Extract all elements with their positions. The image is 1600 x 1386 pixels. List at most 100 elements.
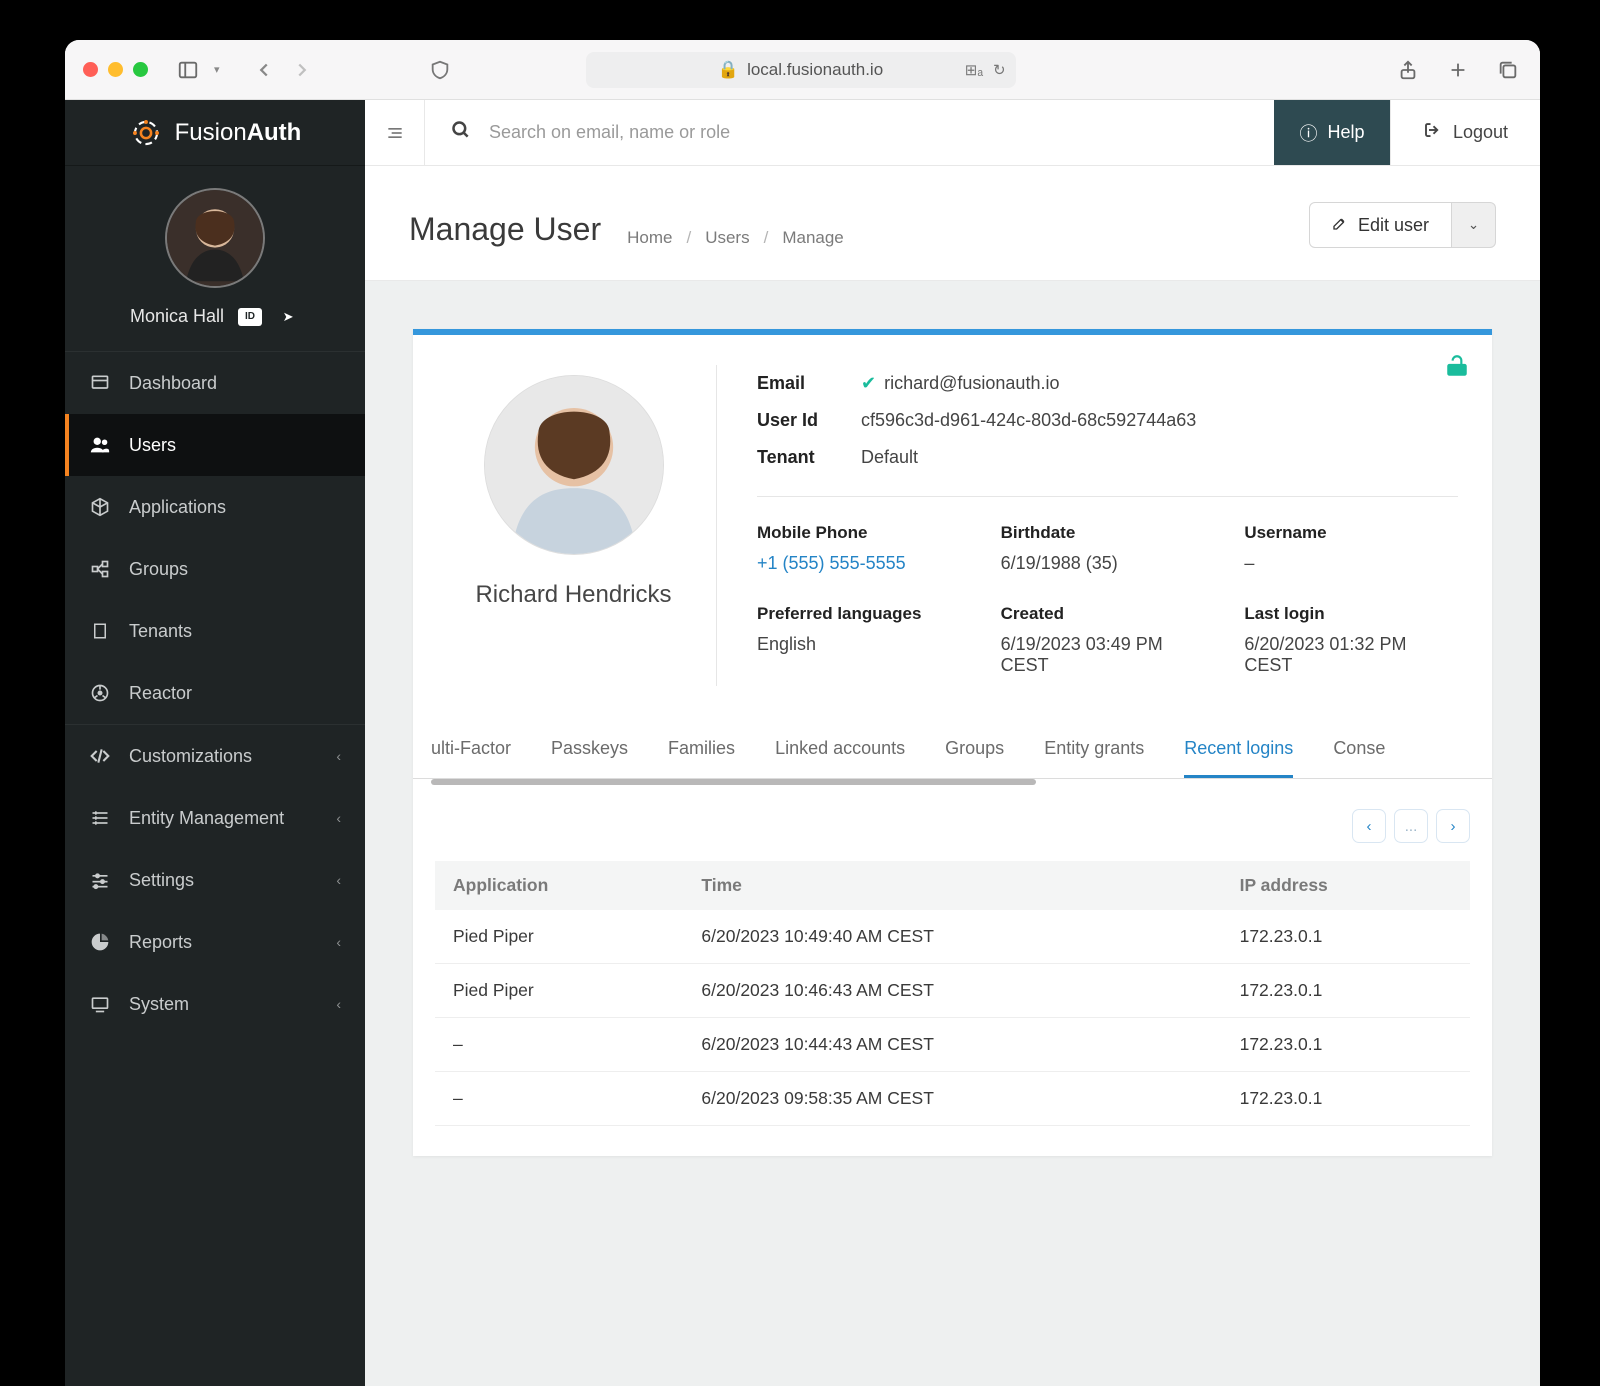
label-created: Created [1001, 604, 1215, 624]
address-bar[interactable]: 🔒 local.fusionauth.io ⊞ₐ ↻ [586, 52, 1016, 88]
reports-icon [89, 932, 111, 952]
chevron-left-icon: ‹ [336, 872, 341, 888]
sidebar-item-settings[interactable]: Settings ‹ [65, 849, 365, 911]
sidebar-item-applications[interactable]: Applications [65, 476, 365, 538]
breadcrumb-item[interactable]: Users [705, 228, 749, 248]
pager-next[interactable]: › [1436, 809, 1470, 843]
edit-user-dropdown[interactable]: ⌄ [1452, 202, 1496, 248]
logout-icon [1423, 121, 1441, 144]
chevron-left-icon: ‹ [336, 810, 341, 826]
browser-chrome: ▾ 🔒 local.fusionauth.io ⊞ₐ ↻ [65, 40, 1540, 100]
sidebar-item-reactor[interactable]: Reactor [65, 662, 365, 724]
window-minimize-dot[interactable] [108, 62, 123, 77]
sidebar: FusionAuth Monica Hall ID ➤ DashboardUse… [65, 100, 365, 1386]
recent-logins-table: Application Time IP address Pied Piper6/… [435, 861, 1470, 1126]
breadcrumb-sep: / [764, 228, 769, 248]
sidebar-item-tenants[interactable]: Tenants [65, 600, 365, 662]
help-button[interactable]: ⓘ Help [1274, 100, 1390, 165]
sidebar-item-dashboard[interactable]: Dashboard [65, 352, 365, 414]
window-close-dot[interactable] [83, 62, 98, 77]
tab-groups[interactable]: Groups [945, 728, 1004, 778]
refresh-icon[interactable]: ↻ [993, 61, 1006, 79]
sidebar-item-groups[interactable]: Groups [65, 538, 365, 600]
location-arrow-icon[interactable]: ➤ [276, 308, 300, 326]
profile-name: Monica Hall [130, 306, 224, 327]
sidebar-item-users[interactable]: Users [65, 414, 365, 476]
help-label: Help [1327, 122, 1364, 143]
cell-ip: 172.23.0.1 [1222, 964, 1470, 1018]
label-preferred-languages: Preferred languages [757, 604, 971, 624]
cell-time: 6/20/2023 10:46:43 AM CEST [683, 964, 1221, 1018]
brand-logo-icon [129, 116, 163, 150]
traffic-lights [83, 62, 148, 77]
edit-user-button[interactable]: Edit user [1309, 202, 1452, 248]
label-last-login: Last login [1244, 604, 1458, 624]
sidebar-item-reports[interactable]: Reports‹ [65, 911, 365, 973]
new-tab-icon[interactable] [1444, 56, 1472, 84]
cell-time: 6/20/2023 10:44:43 AM CEST [683, 1018, 1221, 1072]
tab-linked-accounts[interactable]: Linked accounts [775, 728, 905, 778]
nav-forward-icon[interactable] [288, 56, 316, 84]
main: ⓘ Help Logout Manage User Home / Users /… [365, 100, 1540, 1386]
label-birthdate: Birthdate [1001, 523, 1215, 543]
chevron-left-icon: ‹ [336, 748, 341, 764]
sidebar-item-customizations[interactable]: Customizations‹ [65, 725, 365, 787]
shield-icon[interactable] [426, 56, 454, 84]
share-icon[interactable] [1394, 56, 1422, 84]
cell-time: 6/20/2023 09:58:35 AM CEST [683, 1072, 1221, 1126]
table-row: Pied Piper6/20/2023 10:49:40 AM CEST172.… [435, 910, 1470, 964]
brand: FusionAuth [65, 100, 365, 166]
brand-name: FusionAuth [175, 119, 302, 147]
value-birthdate: 6/19/1988 (35) [1001, 553, 1215, 574]
tabs-overview-icon[interactable] [1494, 56, 1522, 84]
chevron-down-icon[interactable]: ▾ [214, 63, 220, 76]
sidebar-toggle-icon[interactable] [174, 56, 202, 84]
nav-back-icon[interactable] [250, 56, 278, 84]
dashboard-icon [89, 373, 111, 393]
settings-icon [89, 870, 111, 890]
collapse-sidebar-button[interactable] [365, 100, 425, 165]
cell-ip: 172.23.0.1 [1222, 910, 1470, 964]
tab-multi-factor[interactable]: ulti-Factor [431, 728, 511, 778]
tab-families[interactable]: Families [668, 728, 735, 778]
system-icon [89, 994, 111, 1014]
cell-application: Pied Piper [435, 910, 683, 964]
sidebar-item-label: Applications [129, 497, 226, 518]
value-mobile-phone[interactable]: +1 (555) 555-5555 [757, 553, 971, 574]
cell-application: – [435, 1018, 683, 1072]
label-user-id: User Id [757, 410, 837, 431]
breadcrumb-item[interactable]: Home [627, 228, 672, 248]
tabs: ulti-Factor Passkeys Families Linked accoun… [413, 728, 1492, 779]
chevron-down-icon: ⌄ [1468, 217, 1479, 233]
content-area: Richard Hendricks Email ✔richard@fusiona… [365, 281, 1540, 1386]
sidebar-item-label: Settings [129, 870, 194, 891]
profile-block: Monica Hall ID ➤ [65, 166, 365, 352]
window-zoom-dot[interactable] [133, 62, 148, 77]
search-input[interactable] [489, 122, 1248, 143]
pager-prev[interactable]: ‹ [1352, 809, 1386, 843]
sidebar-item-entity-management[interactable]: Entity Management‹ [65, 787, 365, 849]
sidebar-item-label: Reactor [129, 683, 192, 704]
applications-icon [89, 497, 111, 517]
tabs-scrollbar[interactable] [431, 779, 1474, 785]
logout-button[interactable]: Logout [1390, 100, 1540, 165]
sidebar-item-system[interactable]: System‹ [65, 973, 365, 1035]
topbar: ⓘ Help Logout [365, 100, 1540, 166]
label-username: Username [1244, 523, 1458, 543]
chevron-left-icon: ‹ [336, 934, 341, 950]
profile-avatar[interactable] [165, 188, 265, 288]
app-shell: FusionAuth Monica Hall ID ➤ DashboardUse… [65, 100, 1540, 1386]
sidebar-item-label: Tenants [129, 621, 192, 642]
tab-recent-logins[interactable]: Recent logins [1184, 728, 1293, 778]
cell-ip: 172.23.0.1 [1222, 1072, 1470, 1126]
edit-user-label: Edit user [1358, 215, 1429, 236]
tab-entity-grants[interactable]: Entity grants [1044, 728, 1144, 778]
value-email: richard@fusionauth.io [884, 373, 1059, 393]
id-card-icon[interactable]: ID [238, 308, 262, 326]
unlock-icon[interactable] [1444, 353, 1470, 386]
label-email: Email [757, 373, 837, 394]
tab-passkeys[interactable]: Passkeys [551, 728, 628, 778]
tab-consent[interactable]: Conse [1333, 728, 1385, 778]
translate-icon[interactable]: ⊞ₐ [965, 61, 983, 79]
cell-time: 6/20/2023 10:49:40 AM CEST [683, 910, 1221, 964]
